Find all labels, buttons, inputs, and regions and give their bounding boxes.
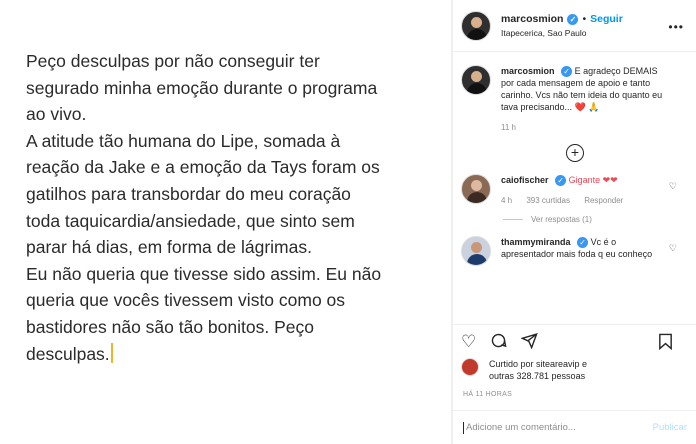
avatar[interactable] bbox=[461, 358, 479, 376]
post-text-last-line: desculpas. bbox=[26, 341, 436, 368]
comment-likes[interactable]: 393 curtidas bbox=[526, 196, 570, 205]
post-text-line: gatilhos para transbordar do meu coração bbox=[26, 183, 351, 204]
avatar[interactable] bbox=[461, 236, 491, 266]
verified-icon: ✓ bbox=[561, 66, 573, 77]
like-heart-icon[interactable]: ♡ bbox=[461, 333, 476, 350]
post-text-line: parar há dias, em forma de lágrimas. bbox=[26, 237, 312, 258]
header-username[interactable]: marcosmion bbox=[501, 13, 563, 25]
comment-bubble-icon[interactable] bbox=[490, 332, 507, 352]
heart-icon[interactable]: ♡ bbox=[669, 243, 677, 254]
post-text-line: ao vivo. bbox=[26, 104, 87, 125]
post-text: Peço desculpas por não conseguir ter seg… bbox=[26, 48, 436, 367]
comment-item: caiofischer ✓ Gigante ❤❤ 4 h 393 curtida… bbox=[453, 174, 696, 207]
post-text-line: bastidores não são tão bonitos. Peço bbox=[26, 316, 314, 337]
post-text-line: A atitude tão humana do Lipe, somada à bbox=[26, 130, 341, 151]
comments-list[interactable]: marcosmion ✓ E agradeço DEMAIS por cada … bbox=[453, 53, 696, 323]
likes-line-1: Curtido por siteareavip e bbox=[489, 359, 588, 369]
post-text-line: toda taquicardia/ansiedade, que sinto se… bbox=[26, 210, 355, 231]
caption-username[interactable]: marcosmion bbox=[501, 66, 555, 76]
input-caret bbox=[463, 421, 464, 434]
comment-input[interactable] bbox=[466, 422, 636, 433]
share-icon[interactable] bbox=[520, 332, 538, 352]
avatar[interactable] bbox=[461, 65, 491, 95]
separator-dot: • bbox=[582, 13, 587, 25]
comment-username[interactable]: thammymiranda bbox=[501, 237, 571, 247]
bookmark-icon[interactable] bbox=[658, 333, 673, 353]
action-bar: ♡ bbox=[453, 324, 696, 358]
text-cursor bbox=[110, 342, 113, 363]
avatar[interactable] bbox=[461, 10, 491, 41]
caption-time[interactable]: 11 h bbox=[501, 123, 516, 132]
post-header: marcosmion ✓ • Seguir Itapecerica, Sao P… bbox=[453, 0, 696, 52]
view-replies-label[interactable]: Ver respostas (1) bbox=[531, 215, 592, 224]
follow-button[interactable]: Seguir bbox=[590, 13, 623, 25]
post-image: Peço desculpas por não conseguir ter seg… bbox=[0, 0, 452, 444]
post-text-line: Peço desculpas por não conseguir ter bbox=[26, 51, 320, 71]
publish-button[interactable]: Publicar bbox=[653, 422, 687, 433]
post-text-line: queria que vocês tivessem visto como os bbox=[26, 290, 346, 311]
comment-username[interactable]: caiofischer bbox=[501, 175, 549, 185]
caption: marcosmion ✓ E agradeço DEMAIS por cada … bbox=[453, 53, 696, 134]
comment-body: thammymiranda ✓ Vc é o apresentador mais… bbox=[501, 236, 661, 266]
location-link[interactable]: Itapecerica, Sao Paulo bbox=[501, 28, 623, 38]
likes-line-2: outras 328.781 pessoas bbox=[489, 371, 586, 381]
load-more-comments: + bbox=[453, 144, 696, 162]
caption-body: marcosmion ✓ E agradeço DEMAIS por cada … bbox=[501, 65, 671, 134]
header-top: marcosmion ✓ • Seguir bbox=[501, 13, 623, 25]
comment-meta: 4 h 393 curtidas Responder bbox=[501, 195, 661, 207]
avatar[interactable] bbox=[461, 174, 491, 204]
reply-button[interactable]: Responder bbox=[584, 196, 623, 205]
comment-text: Gigante ❤❤ bbox=[568, 175, 618, 185]
heart-icon[interactable]: ♡ bbox=[669, 181, 677, 192]
plus-circle-icon[interactable]: + bbox=[566, 144, 584, 162]
view-replies[interactable]: Ver respostas (1) bbox=[503, 215, 696, 224]
add-comment-bar: Publicar bbox=[453, 410, 696, 444]
replies-divider bbox=[503, 219, 523, 220]
likes-text[interactable]: Curtido por siteareavip e outras 328.781… bbox=[489, 358, 587, 382]
comment-time[interactable]: 4 h bbox=[501, 196, 512, 205]
more-options-icon[interactable]: ••• bbox=[668, 20, 684, 34]
verified-icon: ✓ bbox=[567, 13, 579, 25]
caption-meta: 11 h bbox=[501, 122, 671, 134]
post-text-line: reação da Jake e a emoção da Tays foram … bbox=[26, 157, 380, 178]
comment-body: caiofischer ✓ Gigante ❤❤ 4 h 393 curtida… bbox=[501, 174, 661, 207]
comment-item: thammymiranda ✓ Vc é o apresentador mais… bbox=[453, 236, 696, 266]
verified-icon: ✓ bbox=[555, 175, 567, 186]
likes-summary: Curtido por siteareavip e outras 328.781… bbox=[461, 358, 587, 382]
header-info: marcosmion ✓ • Seguir Itapecerica, Sao P… bbox=[501, 13, 623, 38]
post-image-area: Peço desculpas por não conseguir ter seg… bbox=[0, 0, 452, 444]
post-text-line: Eu não queria que tivesse sido assim. Eu… bbox=[26, 263, 382, 284]
post-text-line: desculpas. bbox=[26, 343, 110, 364]
post-sidebar: marcosmion ✓ • Seguir Itapecerica, Sao P… bbox=[452, 0, 696, 444]
verified-icon: ✓ bbox=[577, 237, 589, 248]
post-timestamp[interactable]: HÁ 11 HORAS bbox=[463, 391, 512, 398]
post-text-line: segurado minha emoção durante o programa bbox=[26, 77, 378, 98]
